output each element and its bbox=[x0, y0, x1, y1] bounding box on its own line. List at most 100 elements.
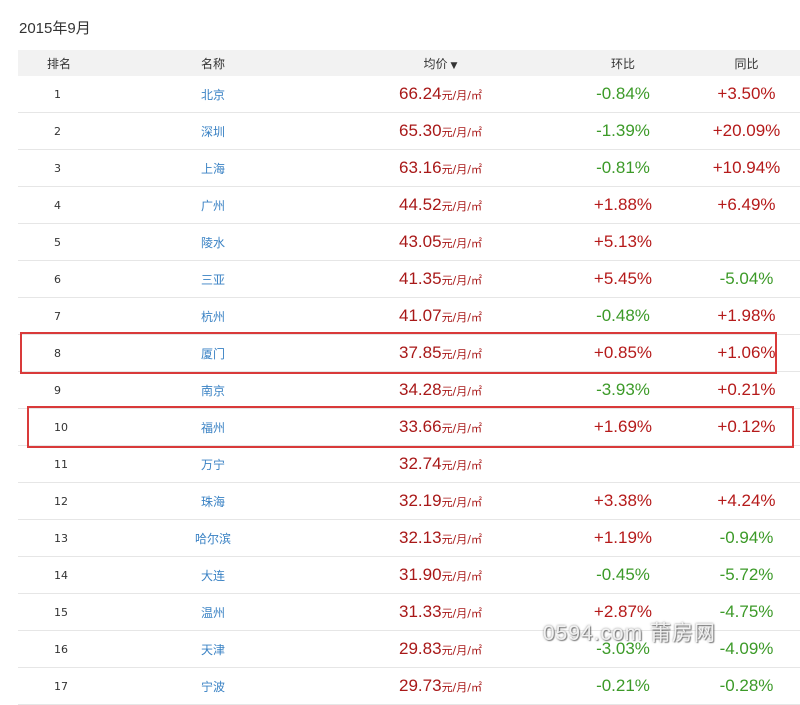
price-unit: 元/月/㎡ bbox=[441, 311, 482, 324]
row-price: 31.90元/月/㎡ bbox=[328, 565, 553, 585]
city-link[interactable]: 上海 bbox=[98, 160, 328, 177]
row-mom: -0.21% bbox=[553, 676, 693, 696]
header-name[interactable]: 名称 bbox=[98, 55, 328, 72]
mom-value: +1.19% bbox=[593, 528, 653, 547]
row-mom: +0.85% bbox=[553, 343, 693, 363]
yoy-value: -0.28% bbox=[719, 676, 774, 695]
city-link[interactable]: 珠海 bbox=[98, 493, 328, 510]
row-price: 66.24元/月/㎡ bbox=[328, 84, 553, 104]
city-link[interactable]: 万宁 bbox=[98, 456, 328, 473]
row-rank: 17 bbox=[54, 679, 68, 693]
price-unit: 元/月/㎡ bbox=[441, 126, 482, 139]
price-unit: 元/月/㎡ bbox=[441, 385, 482, 398]
table-row: 7 杭州 41.07元/月/㎡ -0.48% +1.98% bbox=[18, 298, 800, 335]
row-yoy: +10.94% bbox=[693, 158, 800, 178]
price-unit: 元/月/㎡ bbox=[441, 348, 482, 361]
row-rank: 8 bbox=[54, 346, 61, 360]
price-value: 34.28 bbox=[399, 380, 442, 399]
yoy-value: +1.98% bbox=[717, 306, 776, 325]
city-link[interactable]: 温州 bbox=[98, 604, 328, 621]
price-value: 43.05 bbox=[399, 232, 442, 251]
row-yoy: -5.04% bbox=[693, 269, 800, 289]
yoy-value: +4.24% bbox=[717, 491, 776, 510]
city-link[interactable]: 天津 bbox=[98, 641, 328, 658]
header-rank[interactable]: 排名 bbox=[18, 55, 98, 72]
price-unit: 元/月/㎡ bbox=[441, 570, 482, 583]
row-rank: 14 bbox=[54, 568, 68, 582]
city-link[interactable]: 南京 bbox=[98, 382, 328, 399]
row-price: 43.05元/月/㎡ bbox=[328, 232, 553, 252]
city-link[interactable]: 宁波 bbox=[98, 678, 328, 695]
header-mom[interactable]: 环比 bbox=[553, 55, 693, 72]
price-value: 32.19 bbox=[399, 491, 442, 510]
header-price[interactable]: 均价 ▼ bbox=[328, 55, 553, 72]
row-rank: 11 bbox=[54, 457, 68, 471]
table-row: 5 陵水 43.05元/月/㎡ +5.13% bbox=[18, 224, 800, 261]
row-mom: +5.13% bbox=[553, 232, 693, 252]
row-yoy: +0.21% bbox=[693, 380, 800, 400]
city-link[interactable]: 杭州 bbox=[98, 308, 328, 325]
row-price: 37.85元/月/㎡ bbox=[328, 343, 553, 363]
row-price: 65.30元/月/㎡ bbox=[328, 121, 553, 141]
row-rank: 4 bbox=[54, 198, 61, 212]
row-price: 29.73元/月/㎡ bbox=[328, 676, 553, 696]
yoy-value: +0.21% bbox=[717, 380, 776, 399]
row-mom: -0.81% bbox=[553, 158, 693, 178]
table-row: 6 三亚 41.35元/月/㎡ +5.45% -5.04% bbox=[18, 261, 800, 298]
row-price: 32.13元/月/㎡ bbox=[328, 528, 553, 548]
price-value: 66.24 bbox=[399, 84, 442, 103]
city-link[interactable]: 福州 bbox=[98, 419, 328, 436]
table-row: 9 南京 34.28元/月/㎡ -3.93% +0.21% bbox=[18, 372, 800, 409]
row-rank: 10 bbox=[54, 420, 68, 434]
price-unit: 元/月/㎡ bbox=[441, 533, 482, 546]
row-yoy: -0.28% bbox=[693, 676, 800, 696]
row-yoy: +1.06% bbox=[693, 343, 800, 363]
row-mom: -0.45% bbox=[553, 565, 693, 585]
row-price: 33.66元/月/㎡ bbox=[328, 417, 553, 437]
city-link[interactable]: 北京 bbox=[98, 86, 328, 103]
table-row: 11 万宁 32.74元/月/㎡ bbox=[18, 446, 800, 483]
table-row: 17 宁波 29.73元/月/㎡ -0.21% -0.28% bbox=[18, 668, 800, 705]
row-rank: 6 bbox=[54, 272, 61, 286]
yoy-value: -5.72% bbox=[719, 565, 774, 584]
yoy-value: +10.94% bbox=[712, 158, 781, 177]
row-mom: +1.69% bbox=[553, 417, 693, 437]
header-yoy[interactable]: 同比 bbox=[693, 55, 800, 72]
row-price: 44.52元/月/㎡ bbox=[328, 195, 553, 215]
mom-value: +3.38% bbox=[593, 491, 653, 510]
row-price: 29.83元/月/㎡ bbox=[328, 639, 553, 659]
row-price: 32.19元/月/㎡ bbox=[328, 491, 553, 511]
row-mom: -0.48% bbox=[553, 306, 693, 326]
city-link[interactable]: 陵水 bbox=[98, 234, 328, 251]
table-row: 13 哈尔滨 32.13元/月/㎡ +1.19% -0.94% bbox=[18, 520, 800, 557]
city-link[interactable]: 深圳 bbox=[98, 123, 328, 140]
table-row: 1 北京 66.24元/月/㎡ -0.84% +3.50% bbox=[18, 76, 800, 113]
row-rank: 16 bbox=[54, 642, 68, 656]
city-link[interactable]: 哈尔滨 bbox=[98, 530, 328, 547]
price-value: 31.90 bbox=[399, 565, 442, 584]
mom-value: -0.84% bbox=[596, 84, 650, 103]
city-link[interactable]: 三亚 bbox=[98, 271, 328, 288]
table-row: 3 上海 63.16元/月/㎡ -0.81% +10.94% bbox=[18, 150, 800, 187]
row-price: 32.74元/月/㎡ bbox=[328, 454, 553, 474]
price-unit: 元/月/㎡ bbox=[441, 459, 482, 472]
row-rank: 12 bbox=[54, 494, 68, 508]
city-link[interactable]: 大连 bbox=[98, 567, 328, 584]
row-price: 63.16元/月/㎡ bbox=[328, 158, 553, 178]
city-link[interactable]: 广州 bbox=[98, 197, 328, 214]
yoy-value: +20.09% bbox=[712, 121, 781, 140]
price-value: 29.83 bbox=[399, 639, 442, 658]
yoy-value: +3.50% bbox=[717, 84, 776, 103]
price-unit: 元/月/㎡ bbox=[441, 607, 482, 620]
mom-value: -0.21% bbox=[596, 676, 650, 695]
ranking-table: 排名 名称 均价 ▼ 环比 同比 1 北京 66.24元/月/㎡ -0.84% +3.50… bbox=[18, 50, 800, 705]
row-mom: +1.19% bbox=[553, 528, 693, 548]
row-price: 41.07元/月/㎡ bbox=[328, 306, 553, 326]
row-price: 34.28元/月/㎡ bbox=[328, 380, 553, 400]
city-link[interactable]: 厦门 bbox=[98, 345, 328, 362]
row-mom: +1.88% bbox=[553, 195, 693, 215]
row-yoy: +1.98% bbox=[693, 306, 800, 326]
mom-value: -0.48% bbox=[596, 306, 650, 325]
price-value: 33.66 bbox=[399, 417, 442, 436]
row-rank: 3 bbox=[54, 161, 61, 175]
